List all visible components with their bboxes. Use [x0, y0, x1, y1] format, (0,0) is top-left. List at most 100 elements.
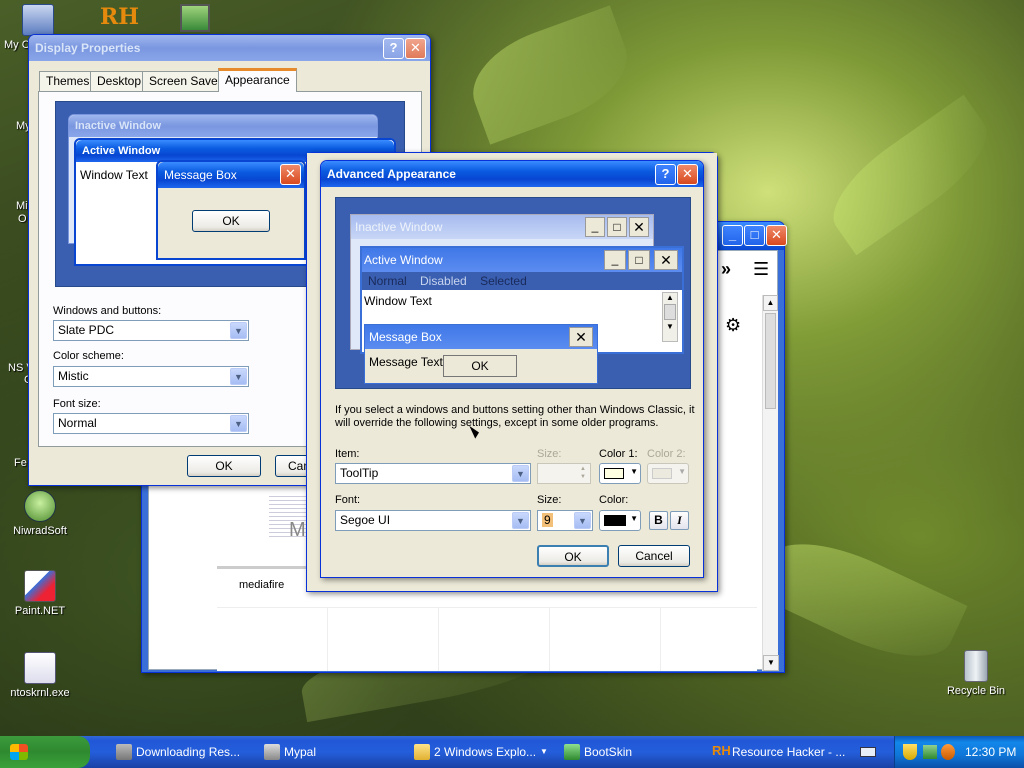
chevron-down-icon[interactable]: ▼	[540, 739, 548, 765]
taskbar: Downloading Res... Mypal 2 Windows Explo…	[0, 736, 1024, 768]
adv-window-text: Window Text	[364, 294, 432, 308]
item-label: Item:	[335, 448, 360, 460]
close-button[interactable]: ✕	[677, 164, 698, 185]
browser-chevron-icon[interactable]: »	[721, 259, 731, 280]
adv-active-title: Active Window	[364, 253, 443, 267]
item-size-spinner: ▲ ▼	[537, 463, 591, 484]
preview-message-box-title: Message Box	[164, 168, 237, 182]
taskbar-item-downloading[interactable]: Downloading Res...	[112, 739, 250, 765]
override-description: If you select a windows and buttons sett…	[335, 404, 695, 429]
network-icon[interactable]	[923, 745, 937, 759]
taskbar-item-bootskin[interactable]: BootSkin	[560, 739, 700, 765]
help-button[interactable]: ?	[655, 164, 676, 185]
ok-button[interactable]: OK	[187, 455, 261, 477]
advanced-appearance-titlebar[interactable]: Advanced Appearance ? ✕	[321, 161, 703, 187]
mediafire-thumbnail[interactable]: M	[217, 489, 313, 569]
start-button[interactable]	[0, 736, 90, 768]
desktop-icon-ntoskrnl[interactable]: ntoskrnl.exe	[0, 652, 80, 699]
taskbar-item-label: BootSkin	[584, 745, 633, 759]
clock[interactable]: 12:30 PM	[965, 736, 1016, 768]
font-label: Font:	[335, 494, 361, 506]
taskbar-item-label: 2 Windows Explo...	[434, 745, 537, 759]
tab-appearance[interactable]: Appearance	[218, 68, 297, 92]
bold-toggle[interactable]: B	[649, 511, 668, 530]
tab-desktop[interactable]: Desktop	[90, 71, 149, 91]
chevron-down-icon[interactable]: ▼	[512, 512, 529, 529]
adv-preview-ok: OK	[443, 355, 517, 377]
font-size-select[interactable]: 9 ▼	[537, 510, 593, 531]
adv-menu-normal: Normal	[368, 274, 407, 288]
tab-screen-saver[interactable]: Screen Saver	[142, 71, 229, 91]
browser-close-button[interactable]: ✕	[766, 225, 787, 246]
ok-button[interactable]: OK	[537, 545, 609, 567]
color-scheme-select[interactable]: Mistic ▼	[53, 366, 249, 387]
adv-menu-selected: Selected	[480, 274, 527, 288]
desktop-icon-label: Recycle Bin	[946, 685, 1006, 697]
font-value: Segoe UI	[340, 513, 391, 527]
close-button[interactable]: ✕	[405, 38, 426, 59]
italic-toggle[interactable]: I	[670, 511, 689, 530]
preview-inactive-title: Inactive Window	[75, 120, 162, 132]
desktop-icon-niwradsoft[interactable]: NiwradSoft	[0, 490, 80, 537]
font-select[interactable]: Segoe UI ▼	[335, 510, 531, 531]
adv-active-max-icon: □	[628, 250, 650, 270]
scroll-up-arrow-icon[interactable]: ▲	[763, 295, 778, 311]
desktop-icon-paint-net[interactable]: Paint.NET	[0, 570, 80, 617]
item-size-label: Size:	[537, 448, 562, 460]
taskbar-item-resource-hacker[interactable]: RH Resource Hacker - ...	[708, 739, 848, 765]
item-select[interactable]: ToolTip ▼	[335, 463, 531, 484]
desktop-partial-label: O	[18, 213, 27, 225]
font-color-picker[interactable]: ▼	[599, 510, 641, 531]
chevron-down-icon[interactable]: ▼	[512, 465, 529, 482]
advanced-appearance-dialog[interactable]: Advanced Appearance ? ✕ Inactive Window …	[320, 160, 704, 578]
font-size-label: Font size:	[53, 398, 101, 410]
taskbar-item-label: Downloading Res...	[136, 745, 241, 759]
preview-ok-button: OK	[192, 210, 270, 232]
taskbar-item-mypal[interactable]: Mypal	[260, 739, 400, 765]
rh-desktop-icon[interactable]: RH	[100, 4, 139, 30]
chevron-down-icon[interactable]: ▼	[230, 368, 247, 385]
desktop-icon-label: My C	[4, 39, 30, 51]
adv-message-box: Message Box ✕ Message Text OK	[364, 324, 598, 384]
rh-icon: RH	[712, 743, 731, 758]
color-scheme-label: Color scheme:	[53, 350, 124, 362]
taskbar-item-windows-explorer[interactable]: 2 Windows Explo... ▼	[410, 739, 550, 765]
adv-inactive-title: Inactive Window	[355, 220, 443, 234]
picture-desktop-icon[interactable]	[180, 4, 210, 32]
chevron-down-icon[interactable]: ▼	[630, 514, 638, 523]
windows-logo-icon	[10, 744, 28, 760]
keyboard-icon[interactable]	[860, 747, 876, 757]
help-button[interactable]: ?	[383, 38, 404, 59]
font-size-select[interactable]: Normal ▼	[53, 413, 249, 434]
desktop-partial-label: Mi	[16, 200, 28, 212]
chevron-down-icon[interactable]: ▼	[574, 512, 591, 529]
chevron-down-icon[interactable]: ▼	[230, 322, 247, 339]
my-computer-icon	[22, 4, 54, 36]
preview-window-text: Window Text	[80, 168, 148, 182]
browser-minimize-button[interactable]: _	[722, 225, 743, 246]
thumbnail-grid	[217, 607, 757, 671]
color1-picker[interactable]: ▼	[599, 463, 641, 484]
windows-buttons-select[interactable]: Slate PDC ▼	[53, 320, 249, 341]
browser-maximize-button[interactable]: □	[744, 225, 765, 246]
shield-icon[interactable]	[903, 744, 917, 760]
window-title: Display Properties	[35, 41, 141, 55]
desktop-icon-recycle-bin[interactable]: Recycle Bin	[936, 650, 1016, 697]
thumbnail-letter: M	[289, 519, 306, 541]
chevron-down-icon[interactable]: ▼	[630, 467, 638, 476]
browser-scrollbar[interactable]: ▲ ▼	[762, 295, 779, 671]
browser-menu-icon[interactable]: ☰	[753, 259, 769, 280]
font-size-label: Size:	[537, 494, 562, 506]
display-properties-titlebar[interactable]: Display Properties ? ✕	[29, 35, 430, 61]
cancel-button[interactable]: Cancel	[618, 545, 690, 567]
tab-themes[interactable]: Themes	[39, 71, 97, 91]
scroll-thumb[interactable]	[765, 313, 776, 409]
thumbnail-label[interactable]: mediafire	[239, 579, 284, 591]
chevron-down-icon[interactable]: ▼	[230, 415, 247, 432]
preview-active-title: Active Window	[82, 145, 161, 157]
gear-icon[interactable]: ⚙	[725, 315, 741, 336]
recycle-bin-icon	[964, 650, 988, 682]
scroll-down-arrow-icon[interactable]: ▼	[763, 655, 779, 671]
security-alert-icon[interactable]	[941, 744, 955, 760]
windows-buttons-label: Windows and buttons:	[53, 305, 162, 317]
